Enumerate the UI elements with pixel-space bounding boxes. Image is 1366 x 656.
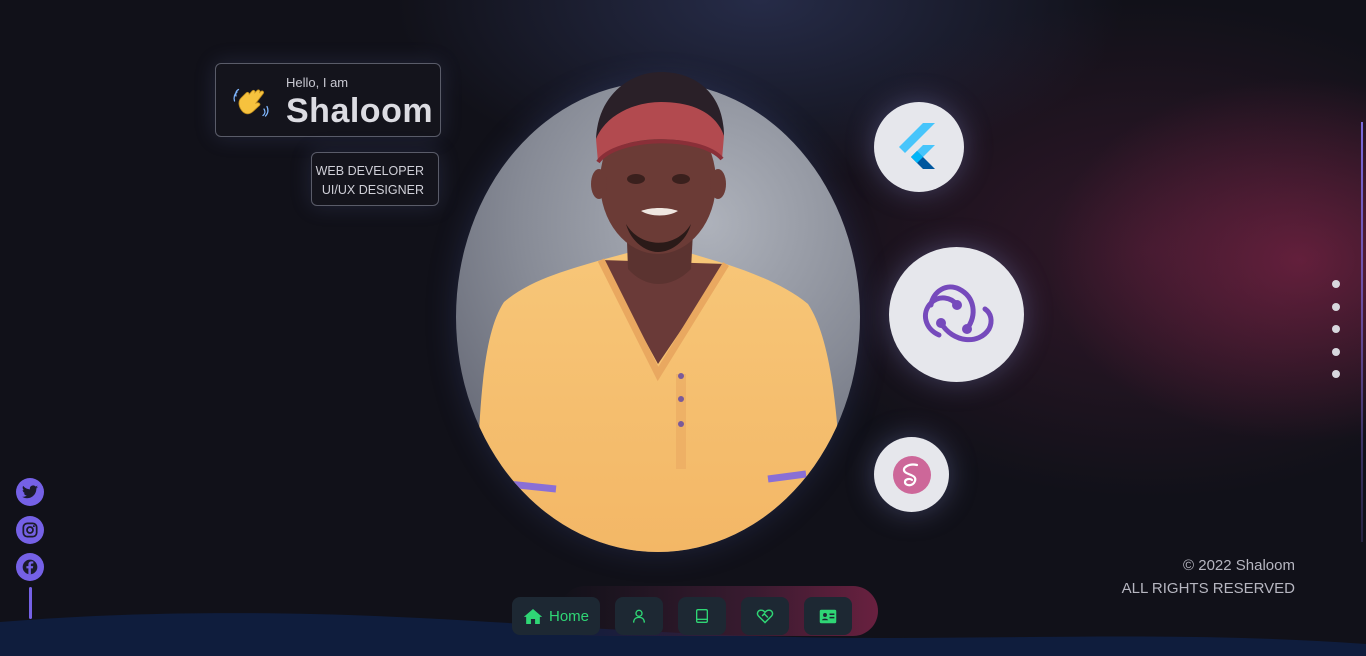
- nav-about-button[interactable]: [615, 597, 663, 635]
- bottom-nav: Home: [512, 597, 852, 635]
- nav-contact-button[interactable]: [804, 597, 852, 635]
- home-icon: [523, 608, 543, 624]
- book-icon: [696, 609, 708, 623]
- nav-services-button[interactable]: [741, 597, 789, 635]
- section-dot-3[interactable]: [1332, 325, 1340, 333]
- greeting-card: Hello, I am Shaloom: [215, 63, 441, 137]
- waving-hand-icon: [233, 88, 269, 117]
- greeting-text: Hello, I am: [286, 75, 349, 90]
- sass-icon: [892, 455, 931, 494]
- twitter-icon: [22, 485, 38, 499]
- copyright-text: © 2022 Shaloom: [1183, 557, 1295, 574]
- profile-portrait: [456, 64, 860, 552]
- rights-text: ALL RIGHTS RESERVED: [1121, 580, 1295, 597]
- flutter-badge: [874, 102, 964, 192]
- sass-badge: [874, 437, 949, 512]
- section-dot-1[interactable]: [1332, 280, 1340, 288]
- nav-experience-button[interactable]: [678, 597, 726, 635]
- facebook-link[interactable]: [16, 553, 44, 581]
- hero-name: Shaloom: [286, 92, 434, 130]
- redux-badge: [889, 247, 1024, 382]
- section-dots-nav: [1332, 280, 1342, 393]
- nav-home-label: Home: [548, 607, 589, 625]
- flutter-icon: [899, 123, 935, 169]
- nav-home-button[interactable]: Home: [512, 597, 600, 635]
- scroll-accent-line: [1361, 122, 1363, 542]
- user-icon: [633, 609, 645, 623]
- heart-handshake-icon: [756, 609, 774, 624]
- facebook-icon: [22, 559, 38, 575]
- footer-copyright: © 2022 Shaloom ALL RIGHTS RESERVED: [1122, 554, 1295, 600]
- section-dot-4[interactable]: [1332, 347, 1340, 356]
- role-uiux-designer: UI/UX DESIGNER: [321, 183, 424, 197]
- redux-icon: [922, 284, 994, 342]
- person-photo: [478, 72, 840, 552]
- instagram-link[interactable]: [16, 516, 44, 544]
- contact-card-icon: [819, 609, 837, 623]
- role-web-developer: WEB DEVELOPER: [315, 164, 424, 178]
- role-card: WEB DEVELOPER UI/UX DESIGNER: [311, 152, 439, 206]
- section-dot-5[interactable]: [1332, 370, 1340, 378]
- twitter-link[interactable]: [16, 478, 44, 506]
- instagram-icon: [22, 522, 38, 538]
- section-dot-2[interactable]: [1332, 302, 1340, 311]
